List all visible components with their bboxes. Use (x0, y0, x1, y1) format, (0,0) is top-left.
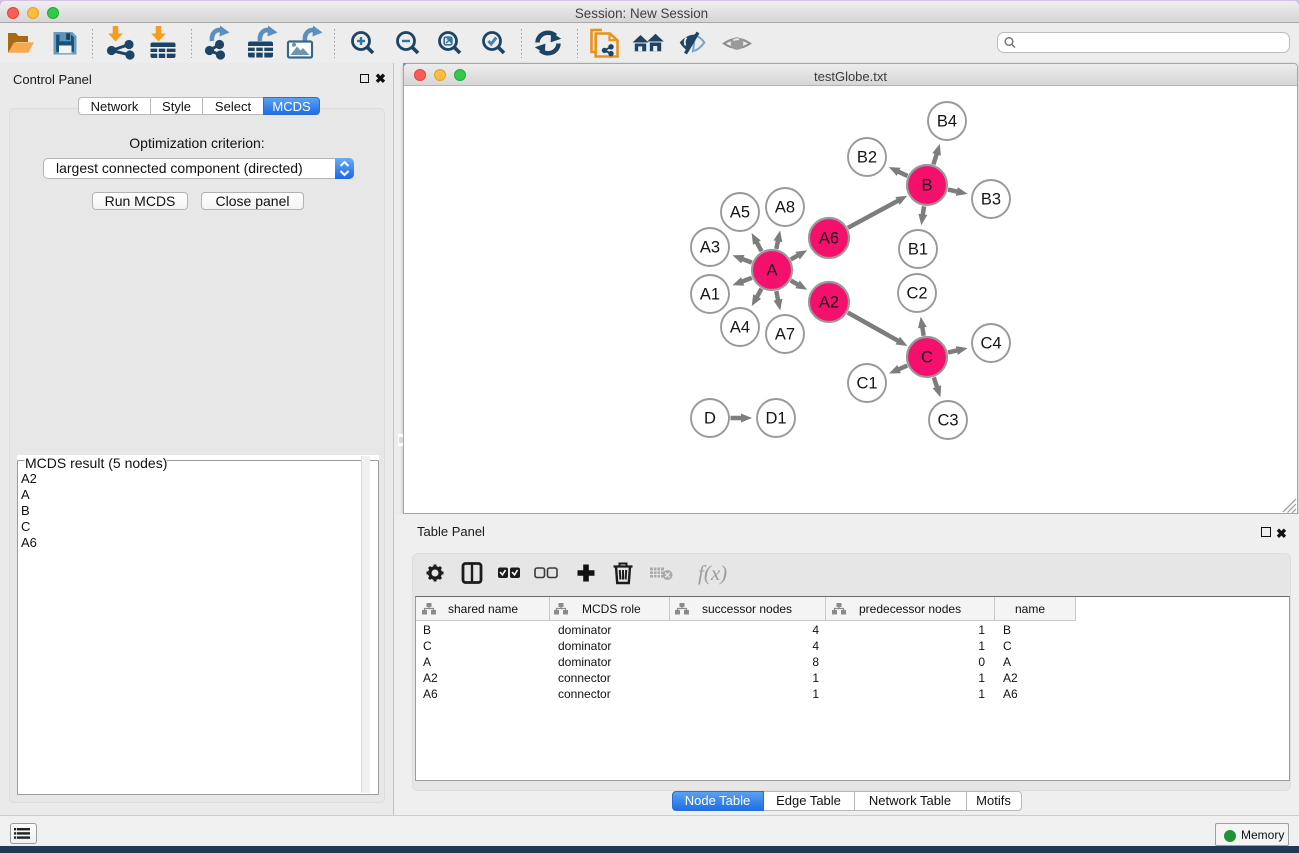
svg-text:B4: B4 (937, 113, 957, 131)
svg-text:C1: C1 (856, 375, 877, 393)
svg-text:A: A (766, 262, 777, 280)
svg-text:f(x): f(x) (698, 561, 727, 585)
svg-text:A1: A1 (700, 286, 720, 304)
svg-text:C3: C3 (937, 412, 958, 430)
svg-text:D: D (704, 410, 716, 428)
svg-text:C4: C4 (980, 335, 1001, 353)
svg-text:A2: A2 (819, 294, 839, 312)
svg-text:A3: A3 (700, 239, 720, 257)
svg-text:A7: A7 (775, 326, 795, 344)
svg-text:B3: B3 (981, 191, 1001, 209)
svg-text:A4: A4 (730, 319, 750, 337)
svg-text:A6: A6 (819, 230, 839, 248)
svg-text:C2: C2 (906, 285, 927, 303)
svg-text:A5: A5 (730, 204, 750, 222)
svg-text:A8: A8 (775, 199, 795, 217)
svg-text:B: B (921, 177, 932, 195)
svg-text:B2: B2 (857, 149, 877, 167)
svg-text:D1: D1 (765, 410, 786, 428)
svg-text:B1: B1 (908, 241, 928, 259)
svg-text:C: C (921, 349, 933, 367)
